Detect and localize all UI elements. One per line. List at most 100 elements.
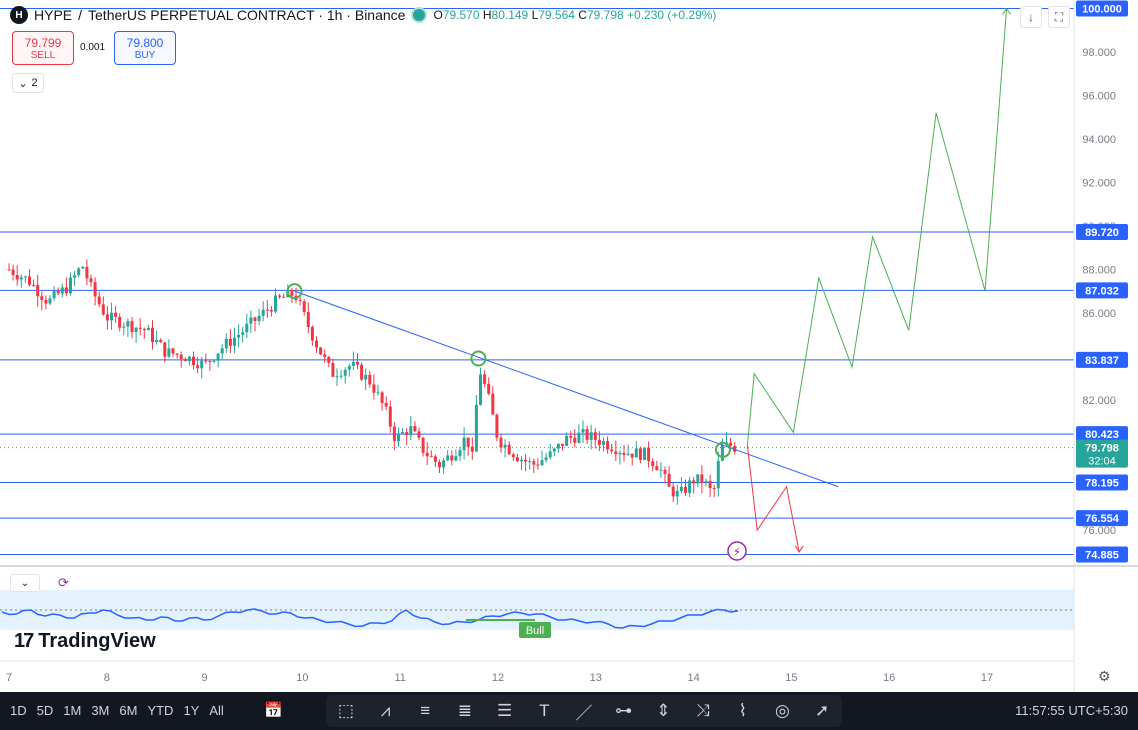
y-tick-label: 86.000 bbox=[1082, 308, 1116, 320]
candle-body bbox=[569, 435, 573, 438]
x-tick-label: 16 bbox=[883, 672, 895, 684]
drawing-tool-icon[interactable]: ⩘ bbox=[373, 701, 399, 721]
sell-button[interactable]: 79.799 SELL bbox=[12, 31, 74, 65]
rsi-refresh-icon[interactable]: ⟳ bbox=[58, 575, 74, 591]
buy-button[interactable]: 79.800 BUY bbox=[114, 31, 176, 65]
indicators-toggle-button[interactable]: ⌄ 2 bbox=[12, 73, 44, 93]
candle-body bbox=[552, 448, 556, 452]
level-label: 87.032 bbox=[1085, 285, 1119, 297]
candle-body bbox=[23, 276, 27, 278]
order-quantity[interactable]: 0.001 bbox=[80, 42, 105, 53]
drawing-tool-icon[interactable]: T bbox=[531, 701, 557, 721]
candle-body bbox=[684, 486, 687, 493]
tradingview-logo[interactable]: 17 TradingView bbox=[14, 630, 156, 653]
candle-body bbox=[93, 282, 97, 297]
symbol-separator: / bbox=[78, 7, 83, 23]
candle-body bbox=[556, 443, 560, 449]
range-1m[interactable]: 1M bbox=[63, 703, 81, 718]
price-chart[interactable]: ⚡ Bull80.0040.0059.14 76.00078.00080.000… bbox=[0, 0, 1138, 692]
drawing-tool-icon[interactable]: ／ bbox=[571, 699, 597, 724]
range-1y[interactable]: 1Y bbox=[183, 703, 199, 718]
candle-body bbox=[679, 486, 683, 491]
drawing-tool-icon[interactable]: ≡ bbox=[412, 701, 438, 721]
high-label: H bbox=[482, 8, 492, 22]
candles bbox=[7, 259, 737, 505]
drawing-tool-icon[interactable]: ☰ bbox=[492, 701, 518, 721]
candle-body bbox=[474, 404, 478, 452]
candle-body bbox=[257, 315, 261, 321]
range-1d[interactable]: 1D bbox=[10, 703, 27, 718]
candle-body bbox=[409, 426, 413, 436]
level-label: 74.885 bbox=[1085, 549, 1119, 561]
indicator-count: 2 bbox=[31, 77, 38, 89]
candle-body bbox=[200, 360, 204, 369]
range-6m[interactable]: 6M bbox=[119, 703, 137, 718]
drawing-tool-icon[interactable]: ⇕ bbox=[650, 701, 676, 721]
chevron-down-icon: ⌄ bbox=[18, 77, 28, 90]
download-icon[interactable]: ↓ bbox=[1020, 6, 1042, 28]
candle-body bbox=[442, 460, 446, 468]
chevron-down-icon: ⌄ bbox=[20, 577, 30, 589]
candle-body bbox=[183, 358, 187, 362]
drawing-tool-icon[interactable]: ≣ bbox=[452, 701, 478, 721]
candle-body bbox=[356, 361, 359, 365]
candle-body bbox=[245, 323, 249, 333]
symbol[interactable]: HYPE bbox=[34, 7, 72, 23]
y-tick-label: 92.000 bbox=[1082, 177, 1116, 189]
y-tick-label: 96.000 bbox=[1082, 90, 1116, 102]
candle-body bbox=[483, 374, 487, 384]
level-label: 80.423 bbox=[1085, 429, 1119, 441]
open-value: 79.570 bbox=[442, 8, 480, 22]
range-5d[interactable]: 5D bbox=[37, 703, 54, 718]
calendar-icon[interactable]: 📅 bbox=[264, 701, 284, 721]
gear-icon[interactable]: ⚙ bbox=[1098, 668, 1111, 685]
candle-body bbox=[622, 452, 626, 455]
drawing-tool-icon[interactable]: ⌇ bbox=[730, 701, 756, 721]
fullscreen-icon[interactable]: ⛶ bbox=[1048, 6, 1070, 28]
candle-body bbox=[261, 309, 265, 316]
range-3m[interactable]: 3M bbox=[91, 703, 109, 718]
candle-body bbox=[97, 296, 101, 305]
candle-body bbox=[651, 461, 655, 467]
drawing-tool-icon[interactable]: ➚ bbox=[809, 701, 835, 721]
drawing-tool-icon[interactable]: ⤨ bbox=[690, 701, 716, 721]
candle-body bbox=[659, 469, 663, 471]
range-ytd[interactable]: YTD bbox=[147, 703, 173, 718]
x-tick-label: 7 bbox=[6, 672, 12, 684]
x-tick-label: 14 bbox=[687, 672, 699, 684]
projection-lines bbox=[746, 7, 1011, 553]
candle-body bbox=[179, 354, 183, 359]
range-selector: 1D 5D 1M 3M 6M YTD 1Y All bbox=[10, 703, 224, 718]
candle-body bbox=[503, 444, 507, 448]
drawing-tool-icon[interactable]: ⬚ bbox=[333, 701, 359, 721]
candle-body bbox=[339, 375, 343, 377]
candle-body bbox=[368, 374, 372, 385]
clock[interactable]: 11:57:55 UTC+5:30 bbox=[1015, 703, 1128, 718]
x-tick-label: 8 bbox=[104, 672, 110, 684]
arrow-down-icon bbox=[794, 545, 804, 553]
candle-body bbox=[495, 414, 499, 438]
candle-body bbox=[319, 347, 323, 355]
rsi-collapse-button[interactable]: ⌄ bbox=[10, 574, 40, 592]
candle-body bbox=[561, 443, 564, 446]
candle-body bbox=[327, 356, 331, 363]
y-tick-label: 82.000 bbox=[1082, 395, 1116, 407]
close-label: C bbox=[578, 8, 587, 22]
range-all[interactable]: All bbox=[209, 703, 223, 718]
buy-label: BUY bbox=[134, 49, 156, 61]
drawing-tool-icon[interactable]: ⊶ bbox=[611, 701, 637, 721]
y-tick-label: 76.000 bbox=[1082, 525, 1116, 537]
drawing-tool-icon[interactable]: ◎ bbox=[769, 701, 795, 721]
candle-body bbox=[101, 304, 105, 315]
candle-body bbox=[401, 432, 405, 434]
candle-body bbox=[175, 353, 179, 355]
y-tick-label: 98.000 bbox=[1082, 47, 1116, 59]
candle-body bbox=[48, 298, 52, 304]
candle-body bbox=[278, 295, 282, 297]
candle-body bbox=[487, 383, 491, 394]
candle-body bbox=[647, 447, 651, 462]
candle-body bbox=[462, 437, 466, 451]
candle-body bbox=[643, 447, 646, 460]
candle-body bbox=[593, 432, 597, 440]
horizontal-levels bbox=[0, 8, 1074, 555]
